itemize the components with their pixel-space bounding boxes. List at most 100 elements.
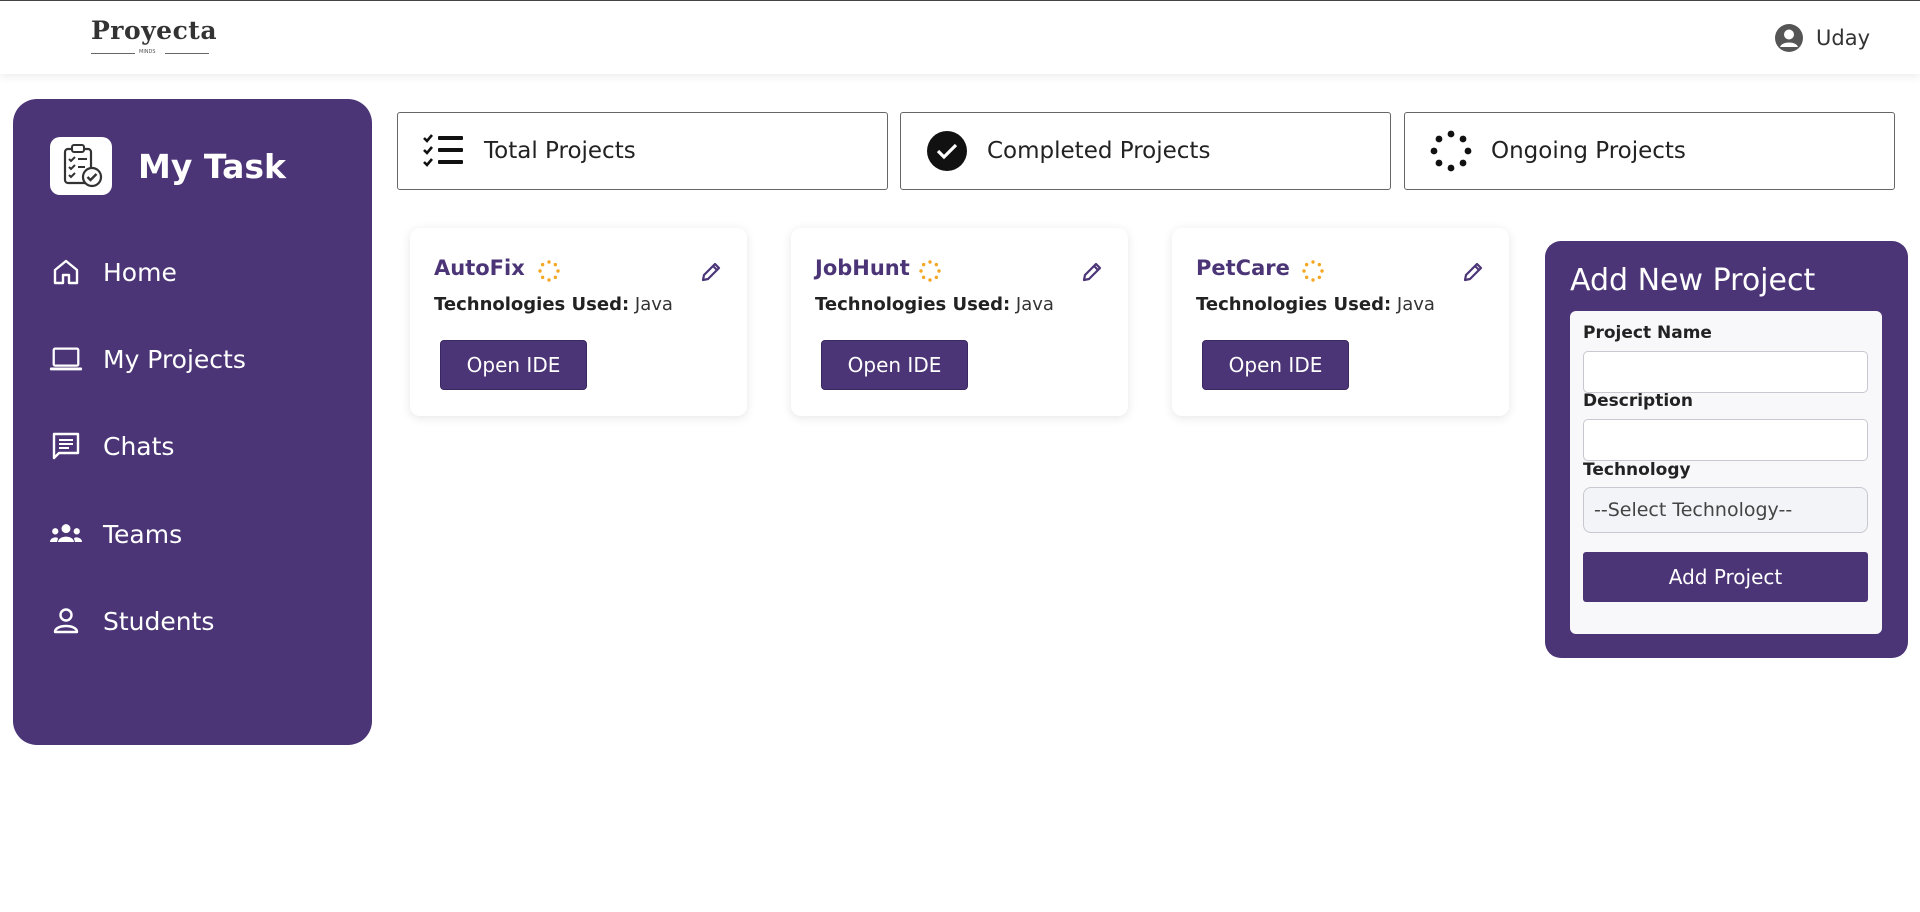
sidebar: My Task Home My Projects Chats Teams Stu… <box>13 99 372 745</box>
tech-value: Java <box>634 294 673 315</box>
sidebar-brand: My Task <box>50 137 286 195</box>
sidebar-item-label: My Projects <box>103 344 246 374</box>
project-name-input[interactable] <box>1583 351 1868 393</box>
description-input[interactable] <box>1583 419 1868 461</box>
spinner-dot <box>1304 275 1309 280</box>
spinner-dot <box>919 269 923 273</box>
project-name[interactable]: AutoFix <box>434 256 525 280</box>
add-project-title: Add New Project <box>1570 263 1816 298</box>
spinner-dot <box>553 262 558 267</box>
loading-icon <box>1429 129 1473 173</box>
spinner-dot <box>1447 164 1455 172</box>
sidebar-item-home[interactable]: Home <box>49 255 177 289</box>
spinner-dot <box>553 275 558 280</box>
spinner-dot <box>1317 275 1322 280</box>
edit-icon[interactable] <box>1080 260 1104 284</box>
spinner-dot <box>538 269 542 273</box>
project-technologies: Technologies Used: Java <box>434 294 673 315</box>
spinner-dot <box>928 260 932 264</box>
stat-card-total-projects[interactable]: Total Projects <box>397 112 888 190</box>
sidebar-item-students[interactable]: Students <box>49 604 214 638</box>
project-name[interactable]: PetCare <box>1196 256 1290 280</box>
add-project-panel: Add New Project Project Name Description… <box>1545 241 1908 658</box>
spinner-dot <box>934 262 939 267</box>
project-name[interactable]: JobHunt <box>815 256 910 280</box>
sidebar-item-label: Chats <box>103 431 175 461</box>
sidebar-item-label: Home <box>103 257 177 287</box>
ongoing-spinner-icon <box>919 260 941 282</box>
project-card: PetCare Technologies Used: Java Open IDE <box>1172 228 1509 416</box>
spinner-dot <box>556 269 560 273</box>
tech-label: Technologies Used: <box>815 294 1011 315</box>
technology-select-value: --Select Technology-- <box>1594 499 1793 521</box>
project-card: JobHunt Technologies Used: Java Open IDE <box>791 228 1128 416</box>
spinner-dot <box>540 262 545 267</box>
chat-icon <box>49 429 83 463</box>
sidebar-item-label: Teams <box>103 519 183 549</box>
spinner-dot <box>540 275 545 280</box>
tech-value: Java <box>1396 294 1435 315</box>
user-name: Uday <box>1816 26 1870 50</box>
spinner-dot <box>547 260 551 264</box>
spinner-dot <box>937 269 941 273</box>
spinner-dot <box>1435 135 1443 143</box>
stat-label: Completed Projects <box>987 138 1211 164</box>
spinner-dot <box>928 278 932 282</box>
spinner-dot <box>1317 262 1322 267</box>
spinner-dot <box>921 275 926 280</box>
stat-card-completed-projects[interactable]: Completed Projects <box>900 112 1391 190</box>
spinner-dot <box>1464 147 1472 155</box>
stat-label: Total Projects <box>484 138 636 164</box>
logo-subtitle: MINDS <box>91 49 209 59</box>
sidebar-title: My Task <box>138 146 286 186</box>
home-icon <box>49 255 83 289</box>
spinner-dot <box>1459 135 1467 143</box>
spinner-dot <box>1447 130 1455 138</box>
tech-value: Java <box>1015 294 1054 315</box>
stat-card-ongoing-projects[interactable]: Ongoing Projects <box>1404 112 1895 190</box>
ongoing-spinner-icon <box>1302 260 1324 282</box>
logo-text: Proyecta <box>91 16 218 45</box>
technology-select[interactable]: --Select Technology-- <box>1583 487 1868 533</box>
spinner-dot <box>1311 260 1315 264</box>
check-circle-icon <box>925 129 969 173</box>
add-project-form: Project Name Description Technology --Se… <box>1570 311 1882 634</box>
user-menu[interactable]: Uday <box>1774 23 1870 53</box>
spinner-dot <box>1302 269 1306 273</box>
logo-divider <box>91 53 135 54</box>
open-ide-button[interactable]: Open IDE <box>821 340 968 390</box>
add-project-button[interactable]: Add Project <box>1583 552 1868 602</box>
spinner-dot <box>1304 262 1309 267</box>
logo-divider <box>165 53 209 54</box>
project-technologies: Technologies Used: Java <box>815 294 1054 315</box>
spinner-dot <box>1459 159 1467 167</box>
spinner-dot <box>934 275 939 280</box>
checklist-icon <box>422 129 466 173</box>
ongoing-spinner-icon <box>538 260 560 282</box>
laptop-icon <box>49 342 83 376</box>
top-bar: Proyecta MINDS Uday <box>0 0 1920 74</box>
technology-label: Technology <box>1583 460 1691 480</box>
open-ide-button[interactable]: Open IDE <box>1202 340 1349 390</box>
sidebar-item-teams[interactable]: Teams <box>49 517 182 551</box>
sidebar-item-label: Students <box>103 606 215 636</box>
logo-sub-text: MINDS <box>139 49 156 55</box>
user-avatar-icon <box>1775 24 1803 52</box>
sidebar-item-chats[interactable]: Chats <box>49 429 174 463</box>
teams-icon <box>49 517 83 551</box>
project-name-label: Project Name <box>1583 323 1712 343</box>
stat-label: Ongoing Projects <box>1491 138 1686 164</box>
logo[interactable]: Proyecta MINDS <box>91 16 218 59</box>
open-ide-button[interactable]: Open IDE <box>440 340 587 390</box>
description-label: Description <box>1583 391 1693 411</box>
edit-icon[interactable] <box>1461 260 1485 284</box>
project-card: AutoFix Technologies Used: Java Open IDE <box>410 228 747 416</box>
spinner-dot <box>1430 147 1438 155</box>
edit-icon[interactable] <box>699 260 723 284</box>
person-icon <box>49 604 83 638</box>
spinner-dot <box>1311 278 1315 282</box>
project-technologies: Technologies Used: Java <box>1196 294 1435 315</box>
spinner-dot <box>1320 269 1324 273</box>
sidebar-item-my-projects[interactable]: My Projects <box>49 342 246 376</box>
tech-label: Technologies Used: <box>1196 294 1392 315</box>
